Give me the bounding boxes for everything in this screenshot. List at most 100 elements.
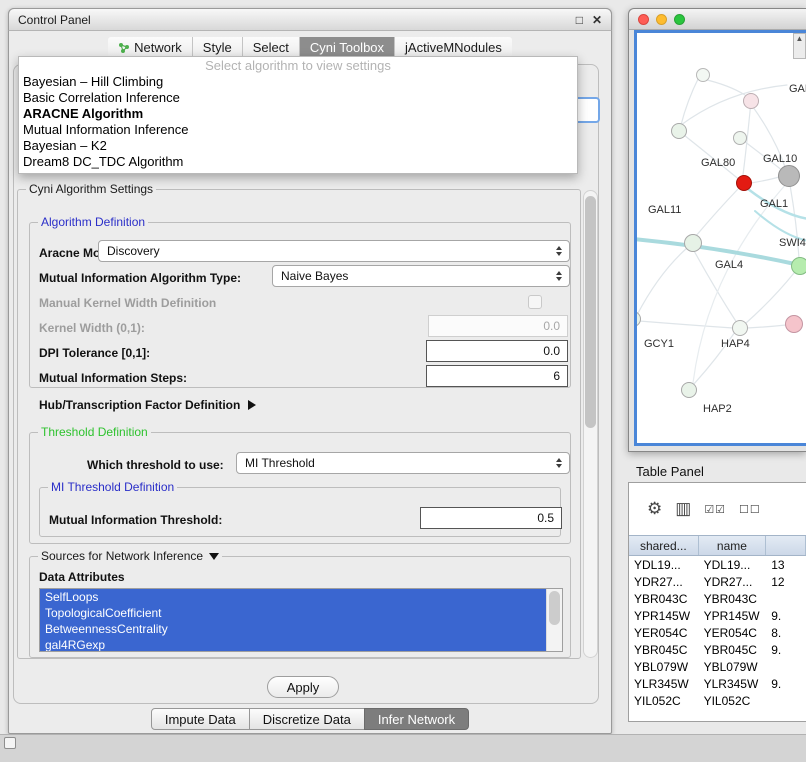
minimized-window-icon[interactable] <box>4 737 16 749</box>
network-canvas[interactable]: ▲ GALGAL80GAL10GAL11GAL1SWI4GAL4GCY1HAP4… <box>634 30 806 446</box>
network-node-pink-top[interactable] <box>743 93 759 109</box>
node-label-hap2: HAP2 <box>703 403 732 415</box>
algorithm-option-bayesian-k2[interactable]: Bayesian – K2 <box>19 138 577 154</box>
dpi-tolerance-label: DPI Tolerance [0,1]: <box>39 346 150 360</box>
data-attributes-list[interactable]: SelfLoopsTopologicalCoefficientBetweenne… <box>39 588 563 652</box>
column-header-extra[interactable] <box>766 536 806 555</box>
network-edge[interactable] <box>679 131 741 181</box>
table-cell <box>766 590 806 607</box>
table-body: YDL19...YDL19...13YDR27...YDR27...12YBR0… <box>629 556 806 709</box>
table-cell: YDR27... <box>699 573 767 590</box>
close-window-icon[interactable]: ✕ <box>592 13 602 27</box>
close-traffic-light-icon[interactable] <box>638 14 649 25</box>
table-cell: YBR045C <box>629 641 699 658</box>
network-node-red-node[interactable] <box>736 175 752 191</box>
table-row[interactable]: YBR045CYBR045C9. <box>629 641 806 658</box>
aracne-mode-value: Discovery <box>107 244 553 258</box>
aracne-mode-combobox[interactable]: Discovery <box>98 240 570 262</box>
table-row[interactable]: YLR345WYLR345W9. <box>629 675 806 692</box>
algorithm-option-mutual-information-inference[interactable]: Mutual Information Inference <box>19 122 577 138</box>
mi-threshold-field[interactable]: 0.5 <box>420 507 562 529</box>
attribute-item-topologicalcoefficient[interactable]: TopologicalCoefficient <box>40 605 546 621</box>
table-cell: YPR145W <box>699 607 767 624</box>
zoom-traffic-light-icon[interactable] <box>674 14 685 25</box>
tab-cyni-toolbox[interactable]: Cyni Toolbox <box>299 37 394 58</box>
combo-stepper-icon <box>553 458 565 468</box>
column-header-name[interactable]: name <box>699 536 767 555</box>
network-node-pale-top[interactable] <box>696 68 710 82</box>
table-cell: YDR27... <box>629 573 699 590</box>
hub-definition-expander[interactable]: Hub/Transcription Factor Definition <box>39 398 256 412</box>
network-node-hap4-pink[interactable] <box>785 315 803 333</box>
settings-gear-icon[interactable]: ⚙ <box>647 499 662 519</box>
table-row[interactable]: YBL079WYBL079W <box>629 658 806 675</box>
tab-select[interactable]: Select <box>242 37 299 58</box>
tab-label: Network <box>134 40 182 55</box>
bottom-tab-impute-data[interactable]: Impute Data <box>151 708 250 730</box>
network-edge[interactable] <box>639 321 733 328</box>
tab-jactivemnodules[interactable]: jActiveMNodules <box>394 37 512 58</box>
table-cell: YLR345W <box>629 675 699 692</box>
canvas-scrollbar[interactable]: ▲ <box>793 33 806 59</box>
apply-button[interactable]: Apply <box>267 676 339 698</box>
attribute-item-betweennesscentrality[interactable]: BetweennessCentrality <box>40 621 546 637</box>
control-panel-titlebar[interactable]: Control Panel □ ✕ <box>8 8 612 31</box>
network-node-hap2[interactable] <box>681 382 697 398</box>
table-cell: YIL052C <box>629 692 699 709</box>
table-row[interactable]: YER054CYER054C8. <box>629 624 806 641</box>
tab-network[interactable]: Network <box>108 37 192 58</box>
table-row[interactable]: YIL052CYIL052C <box>629 692 806 709</box>
table-row[interactable]: YBR043CYBR043C <box>629 590 806 607</box>
network-edge[interactable] <box>637 248 687 315</box>
network-edge[interactable] <box>746 273 794 323</box>
dropdown-placeholder[interactable]: Select algorithm to view settings <box>19 57 577 74</box>
list-scrollbar[interactable] <box>546 589 562 651</box>
tab-style[interactable]: Style <box>192 37 242 58</box>
settings-scrollbar-thumb[interactable] <box>585 196 596 428</box>
network-node-gal4[interactable] <box>684 234 702 252</box>
network-node-gal80[interactable] <box>671 123 687 139</box>
attribute-item-selfloops[interactable]: SelfLoops <box>40 589 546 605</box>
network-edge[interactable] <box>681 85 787 125</box>
minimize-traffic-light-icon[interactable] <box>656 14 667 25</box>
table-row[interactable]: YDL19...YDL19...13 <box>629 556 806 573</box>
manual-kernel-checkbox[interactable] <box>528 295 542 309</box>
sources-group-title[interactable]: Sources for Network Inference <box>38 549 222 563</box>
bottom-tab-infer-network[interactable]: Infer Network <box>364 708 469 730</box>
network-edge[interactable] <box>703 79 745 95</box>
network-edge[interactable] <box>751 177 779 183</box>
table-row[interactable]: YPR145WYPR145W9. <box>629 607 806 624</box>
network-node-swi4[interactable] <box>791 257 806 275</box>
attribute-item-gal4rgexp[interactable]: gal4RGexp <box>40 637 546 652</box>
list-scrollbar-thumb[interactable] <box>549 591 560 625</box>
network-node-gal10-gray[interactable] <box>778 165 800 187</box>
combo-stepper-icon <box>553 271 565 281</box>
mi-steps-field[interactable]: 6 <box>426 365 568 387</box>
kernel-width-field[interactable]: 0.0 <box>428 315 568 337</box>
algorithm-option-aracne-algorithm[interactable]: ARACNE Algorithm <box>19 106 577 122</box>
algorithm-option-bayesian-hill-climbing[interactable]: Bayesian – Hill Climbing <box>19 74 577 90</box>
settings-scrollbar[interactable] <box>583 190 598 658</box>
mi-threshold-label: Mutual Information Threshold: <box>49 513 222 527</box>
bottom-tab-discretize-data[interactable]: Discretize Data <box>249 708 365 730</box>
select-all-icon[interactable]: ☑☑ <box>704 503 726 516</box>
network-window-titlebar[interactable] <box>629 9 806 30</box>
dpi-tolerance-field[interactable]: 0.0 <box>426 340 568 362</box>
network-edge[interactable] <box>695 189 738 237</box>
column-selector-icon[interactable]: ▥ <box>675 499 691 519</box>
network-node-center-pale[interactable] <box>732 320 748 336</box>
algorithm-option-dream8-dc-tdc-algorithm[interactable]: Dream8 DC_TDC Algorithm <box>19 154 577 170</box>
network-edge[interactable] <box>681 77 699 125</box>
algorithm-option-basic-correlation-inference[interactable]: Basic Correlation Inference <box>19 90 577 106</box>
column-header-shared-name[interactable]: shared... <box>629 536 699 555</box>
algorithm-definition-title: Algorithm Definition <box>38 215 148 229</box>
table-row[interactable]: YDR27...YDR27...12 <box>629 573 806 590</box>
network-node-pale-mid[interactable] <box>733 131 747 145</box>
network-edge[interactable] <box>747 325 786 328</box>
float-window-icon[interactable]: □ <box>576 13 583 27</box>
mi-type-combobox[interactable]: Naive Bayes <box>272 265 570 287</box>
which-threshold-combobox[interactable]: MI Threshold <box>236 452 570 474</box>
control-panel-title: Control Panel <box>18 13 91 27</box>
deselect-all-icon[interactable]: ☐☐ <box>739 503 761 516</box>
network-edge[interactable] <box>693 183 787 383</box>
